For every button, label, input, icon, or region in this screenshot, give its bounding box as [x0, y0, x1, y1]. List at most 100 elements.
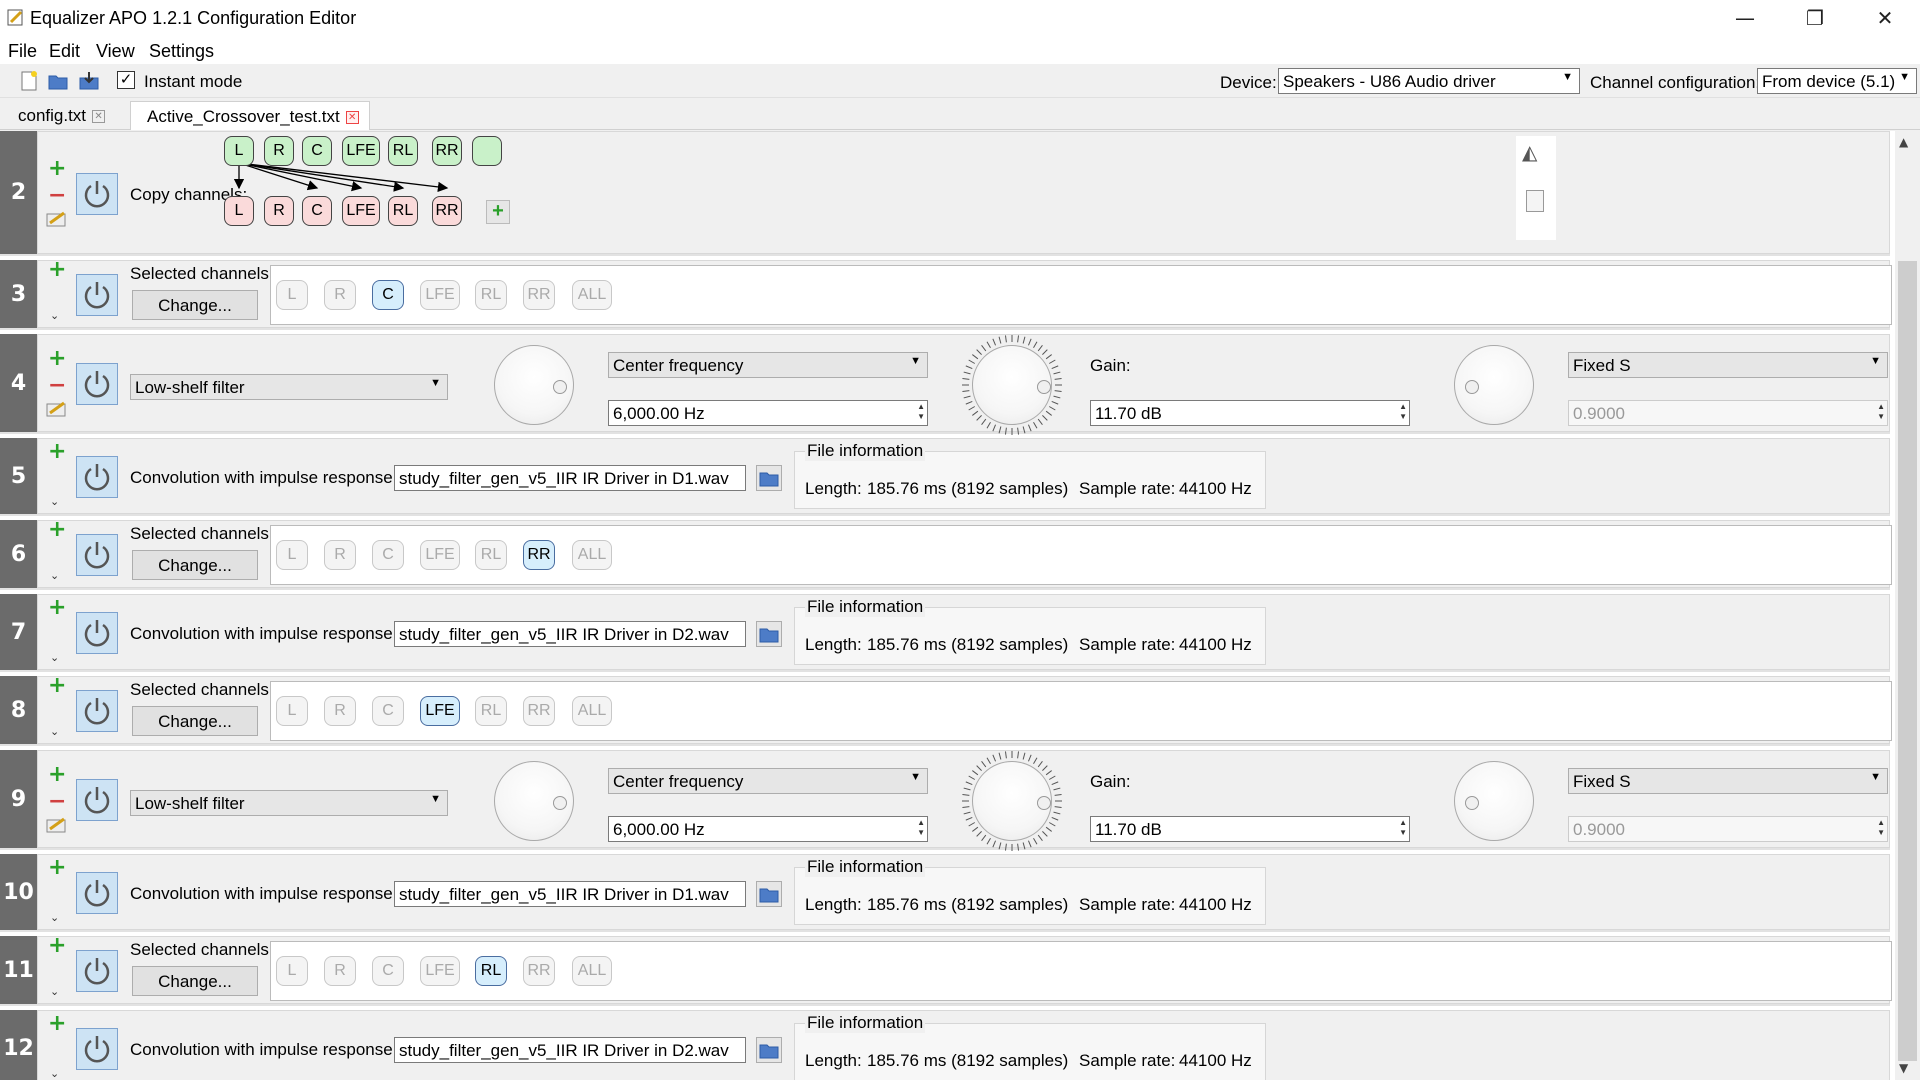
channel-toggle-all[interactable]: ALL [572, 540, 612, 570]
q-knob[interactable] [1454, 761, 1534, 841]
expand-icon[interactable]: ⌄ [50, 309, 59, 322]
channel-toggle-all[interactable]: ALL [572, 280, 612, 310]
channel-toggle-r[interactable]: R [324, 540, 356, 570]
channel-toggle-all[interactable]: ALL [572, 956, 612, 986]
menu-edit[interactable]: Edit [49, 41, 80, 62]
channel-toggle-c[interactable]: C [372, 540, 404, 570]
frequency-mode-select[interactable]: Center frequency ▼ [608, 352, 928, 378]
add-filter-icon[interactable]: + [48, 857, 66, 879]
add-filter-icon[interactable]: + [48, 1013, 66, 1035]
channel-toggle-rr[interactable]: RR [523, 956, 555, 986]
channel-toggle-r[interactable]: R [324, 280, 356, 310]
target-channel-LFE[interactable]: LFE [342, 196, 380, 226]
menu-settings[interactable]: Settings [149, 41, 214, 62]
channel-toggle-r[interactable]: R [324, 696, 356, 726]
channel-toggle-l[interactable]: L [276, 696, 308, 726]
gain-input[interactable]: 11.70 dB ▲ ▼ [1090, 400, 1410, 426]
scroll-up-icon[interactable]: ▲ [1899, 135, 1908, 149]
channel-toggle-lfe[interactable]: LFE [420, 540, 460, 570]
maximize-button[interactable]: ❐ [1780, 0, 1850, 36]
device-select[interactable]: Speakers - U86 Audio driver ▼ [1278, 68, 1580, 94]
power-toggle-button[interactable] [76, 612, 118, 654]
channel-toggle-rl[interactable]: RL [475, 540, 507, 570]
spinner-icon[interactable]: ▲ ▼ [917, 818, 925, 838]
q-mode-select[interactable]: Fixed S ▼ [1568, 352, 1888, 378]
impulse-file-input[interactable]: study_filter_gen_v5_IIR IR Driver in D1.… [394, 465, 746, 491]
expand-icon[interactable]: ⌄ [50, 1067, 59, 1080]
channel-toggle-lfe[interactable]: LFE [420, 956, 460, 986]
channel-toggle-l[interactable]: L [276, 956, 308, 986]
channel-toggle-rl[interactable]: RL [475, 956, 507, 986]
close-tab-icon[interactable]: ✕ [92, 110, 106, 124]
add-filter-icon[interactable]: + [48, 764, 66, 786]
frequency-input[interactable]: 6,000.00 Hz ▲ ▼ [608, 400, 928, 426]
add-target-icon[interactable]: + [486, 200, 510, 224]
power-toggle-button[interactable] [76, 274, 118, 316]
add-filter-icon[interactable]: + [48, 675, 66, 697]
document-icon[interactable] [1526, 190, 1544, 212]
channel-toggle-c[interactable]: C [372, 280, 404, 310]
expand-icon[interactable]: ⌄ [50, 495, 59, 508]
add-filter-icon[interactable]: + [48, 597, 66, 619]
add-filter-icon[interactable]: + [48, 348, 66, 370]
expand-icon[interactable]: ⌄ [50, 651, 59, 664]
source-channel-RL[interactable]: RL [388, 136, 418, 166]
impulse-file-input[interactable]: study_filter_gen_v5_IIR IR Driver in D2.… [394, 1037, 746, 1063]
close-button[interactable]: ✕ [1850, 0, 1920, 36]
target-channel-RL[interactable]: RL [388, 196, 418, 226]
source-channel-R[interactable]: R [264, 136, 294, 166]
edit-filter-icon[interactable] [46, 817, 68, 833]
power-toggle-button[interactable] [76, 690, 118, 732]
impulse-file-input[interactable]: study_filter_gen_v5_IIR IR Driver in D2.… [394, 621, 746, 647]
power-toggle-button[interactable] [76, 1028, 118, 1070]
change-channels-button[interactable]: Change... [132, 966, 258, 996]
source-channel-empty[interactable] [472, 136, 502, 166]
power-toggle-button[interactable] [76, 173, 118, 215]
expand-icon[interactable]: ⌄ [50, 985, 59, 998]
vertical-scrollbar[interactable]: ▲ ▼ [1895, 131, 1920, 1080]
add-filter-icon[interactable]: + [48, 519, 66, 541]
instant-mode-checkbox[interactable]: ✓ [117, 71, 135, 89]
spinner-icon[interactable]: ▲ ▼ [1399, 818, 1407, 838]
filter-type-select[interactable]: Low-shelf filter ▼ [130, 790, 448, 816]
add-filter-icon[interactable]: + [48, 158, 66, 180]
add-filter-icon[interactable]: + [48, 441, 66, 463]
chart-icon[interactable]: ◭ [1522, 140, 1537, 164]
channel-toggle-all[interactable]: ALL [572, 696, 612, 726]
source-channel-RR[interactable]: RR [432, 136, 462, 166]
target-channel-RR[interactable]: RR [432, 196, 462, 226]
save-icon[interactable] [78, 70, 100, 92]
channel-toggle-l[interactable]: L [276, 540, 308, 570]
expand-icon[interactable]: ⌄ [50, 911, 59, 924]
remove-filter-icon[interactable]: − [48, 185, 66, 207]
channel-toggle-rr[interactable]: RR [523, 280, 555, 310]
menu-file[interactable]: File [8, 41, 37, 62]
channel-toggle-rl[interactable]: RL [475, 280, 507, 310]
channel-toggle-c[interactable]: C [372, 696, 404, 726]
channel-toggle-rr[interactable]: RR [523, 696, 555, 726]
add-filter-icon[interactable]: + [48, 259, 66, 281]
power-toggle-button[interactable] [76, 872, 118, 914]
tab-config[interactable]: config.txt ✕ [2, 101, 115, 130]
target-channel-L[interactable]: L [224, 196, 254, 226]
gain-knob[interactable] [972, 345, 1052, 425]
minimize-button[interactable]: — [1710, 0, 1780, 36]
channel-toggle-rr[interactable]: RR [523, 540, 555, 570]
channel-toggle-lfe[interactable]: LFE [420, 280, 460, 310]
channel-config-select[interactable]: From device (5.1) ▼ [1757, 68, 1917, 94]
browse-file-button[interactable] [756, 881, 782, 907]
frequency-knob[interactable] [494, 761, 574, 841]
channel-toggle-rl[interactable]: RL [475, 696, 507, 726]
q-knob[interactable] [1454, 345, 1534, 425]
change-channels-button[interactable]: Change... [132, 290, 258, 320]
change-channels-button[interactable]: Change... [132, 550, 258, 580]
gain-input[interactable]: 11.70 dB ▲ ▼ [1090, 816, 1410, 842]
target-channel-R[interactable]: R [264, 196, 294, 226]
browse-file-button[interactable] [756, 621, 782, 647]
edit-filter-icon[interactable] [46, 211, 68, 227]
add-filter-icon[interactable]: + [48, 935, 66, 957]
filter-type-select[interactable]: Low-shelf filter ▼ [130, 374, 448, 400]
frequency-input[interactable]: 6,000.00 Hz ▲ ▼ [608, 816, 928, 842]
q-mode-select[interactable]: Fixed S ▼ [1568, 768, 1888, 794]
source-channel-LFE[interactable]: LFE [342, 136, 380, 166]
